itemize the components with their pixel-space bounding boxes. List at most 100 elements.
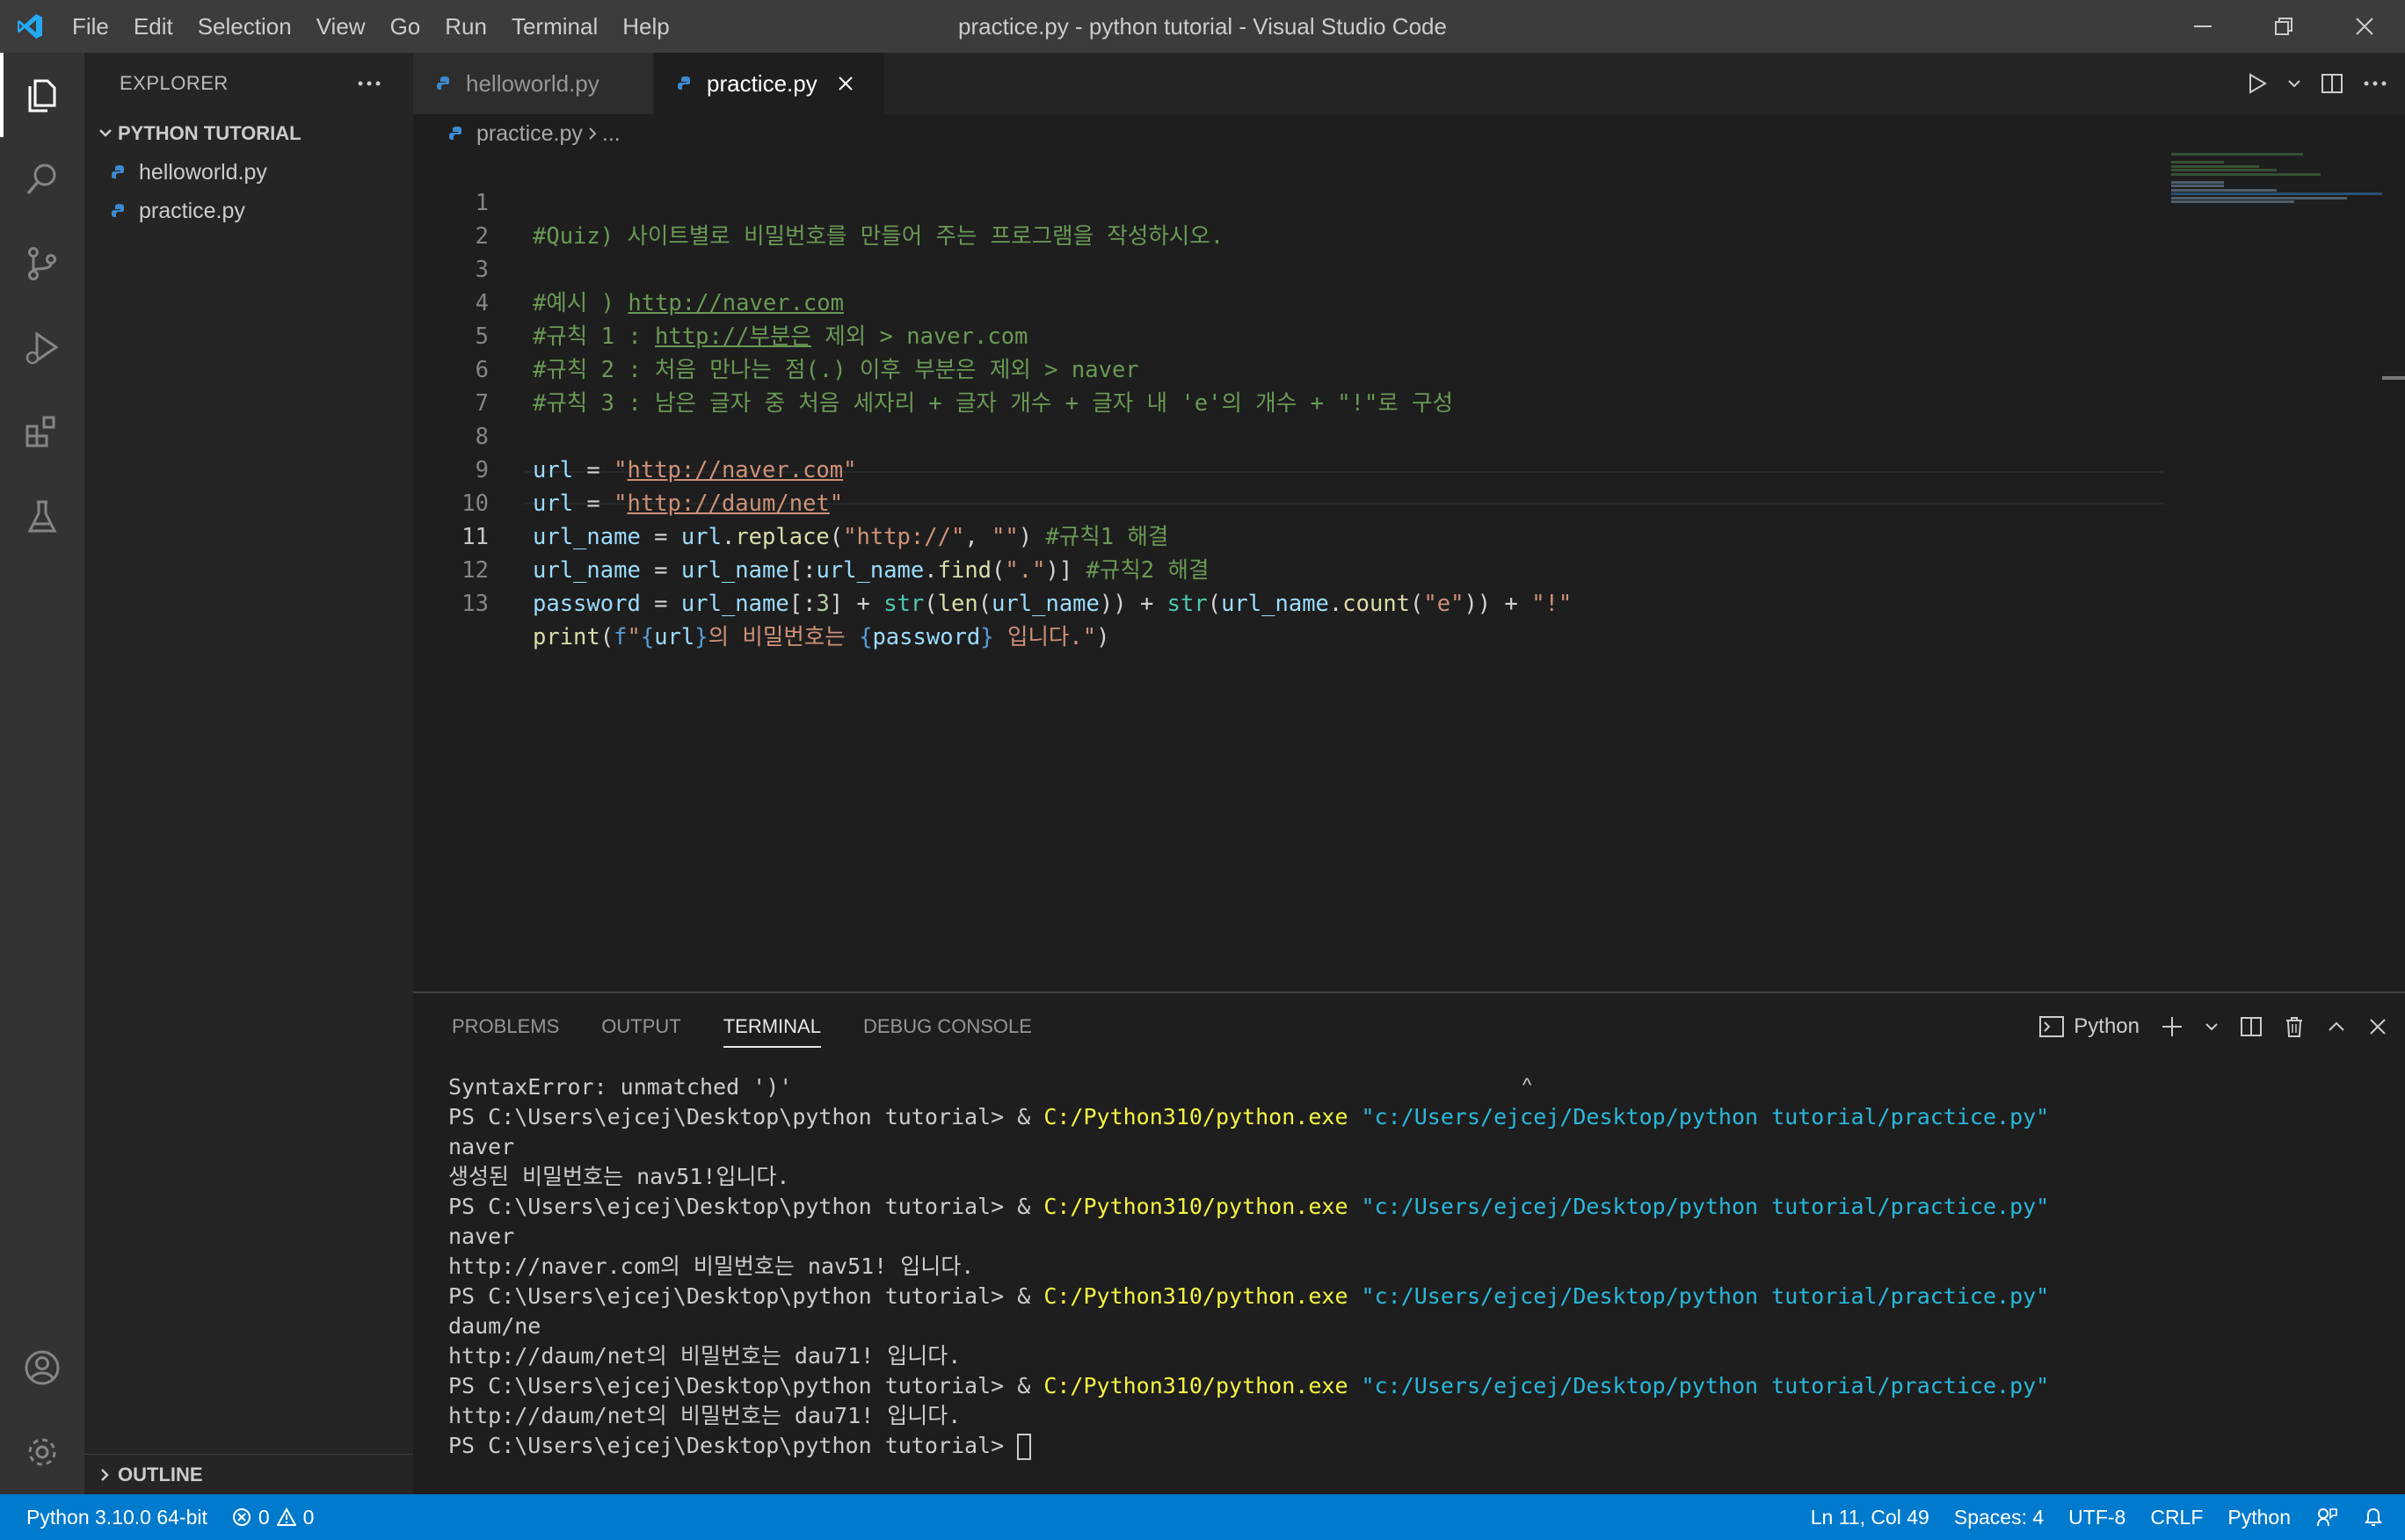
- gear-icon: [28, 1438, 56, 1466]
- outline-section[interactable]: OUTLINE: [84, 1454, 413, 1494]
- string-token: ": [627, 624, 641, 650]
- accounts-button[interactable]: [0, 1326, 84, 1410]
- workspace-folder[interactable]: PYTHON TUTORIAL: [84, 114, 413, 153]
- eol-status[interactable]: CRLF: [2138, 1494, 2215, 1540]
- tab-output[interactable]: OUTPUT: [601, 993, 680, 1060]
- chevron-down-icon[interactable]: [2287, 76, 2301, 91]
- source-control-activity-button[interactable]: [0, 222, 84, 306]
- terminal-prompt: PS C:\Users\ejcej\Desktop\python tutoria…: [448, 1104, 1044, 1130]
- menu-edit[interactable]: Edit: [121, 0, 185, 53]
- tab-terminal[interactable]: TERMINAL: [723, 993, 822, 1060]
- testing-activity-button[interactable]: [0, 475, 84, 559]
- run-debug-icon: [25, 331, 59, 365]
- builtin-token: str: [1166, 591, 1208, 617]
- close-window-button[interactable]: [2324, 0, 2405, 53]
- string-token: 입니다.": [993, 624, 1097, 650]
- title-bar: File Edit Selection View Go Run Terminal…: [0, 0, 2405, 53]
- terminal-line: PS C:\Users\ejcej\Desktop\python tutoria…: [448, 1282, 2382, 1311]
- terminal-line: PS C:\Users\ejcej\Desktop\python tutoria…: [448, 1371, 2382, 1401]
- split-terminal-icon[interactable]: [2240, 1015, 2263, 1038]
- tab-debug-console[interactable]: DEBUG CONSOLE: [863, 993, 1032, 1060]
- chevron-right-icon: [101, 1468, 109, 1481]
- restore-button[interactable]: [2243, 0, 2324, 53]
- language-mode-status[interactable]: Python: [2215, 1494, 2303, 1540]
- punct-token: [:: [788, 591, 817, 617]
- code-line: 3 #예시 ) http://naver.com: [413, 220, 2171, 316]
- interpreter-label: Python 3.10.0 64-bit: [26, 1505, 207, 1529]
- string-token: 의 비밀번호는: [708, 624, 860, 650]
- string-token: "e": [1423, 591, 1464, 617]
- breadcrumb-file[interactable]: practice.py: [476, 121, 583, 147]
- breadcrumb-symbol[interactable]: ...: [602, 121, 621, 147]
- chevron-up-icon[interactable]: [2326, 1018, 2347, 1035]
- function-token: count: [1342, 591, 1411, 617]
- close-icon[interactable]: [2368, 1017, 2387, 1036]
- status-bar: Python 3.10.0 64-bit 0 0 Ln 11, Col 49 S…: [0, 1494, 2405, 1540]
- menu-selection[interactable]: Selection: [185, 0, 304, 53]
- activity-bar: [0, 53, 84, 1494]
- extensions-activity-button[interactable]: [0, 390, 84, 475]
- terminal-icon: [2039, 1016, 2065, 1037]
- restore-icon: [2275, 18, 2292, 35]
- run-debug-activity-button[interactable]: [0, 306, 84, 390]
- code-line: 10 url_name = url.replace("http://", "")…: [413, 454, 2171, 550]
- problems-status[interactable]: 0 0: [220, 1494, 327, 1540]
- menu-file[interactable]: File: [60, 0, 121, 53]
- terminal-script: "c:/Users/ejcej/Desktop/python tutorial/…: [1348, 1373, 2050, 1398]
- explorer-activity-button[interactable]: [0, 53, 84, 137]
- minimize-button[interactable]: [2162, 0, 2243, 53]
- more-actions-icon[interactable]: [2363, 80, 2387, 87]
- terminal-line: daum/ne: [448, 1313, 541, 1339]
- tab-problems[interactable]: PROBLEMS: [452, 993, 559, 1060]
- menu-go[interactable]: Go: [378, 0, 433, 53]
- search-activity-button[interactable]: [0, 137, 84, 222]
- terminal-exe: C:/Python310/python.exe: [1043, 1194, 1348, 1219]
- punct-token: .: [1328, 591, 1343, 617]
- code-editor[interactable]: 1 #Quiz) 사이트별로 비밀번호를 만들어 주는 프로그램을 작성하시오.…: [413, 153, 2405, 992]
- trash-icon[interactable]: [2284, 1015, 2305, 1038]
- punct-token: )) +: [1099, 591, 1167, 617]
- string-token: "!": [1531, 591, 1573, 617]
- punct-token: {: [859, 624, 873, 650]
- tab-practice[interactable]: practice.py: [654, 53, 884, 114]
- terminal-line: 생성된 비밀번호는 nav51!입니다.: [448, 1164, 790, 1189]
- close-icon[interactable]: [837, 75, 854, 92]
- code-line: 8 url = "http://naver.com": [413, 387, 2171, 483]
- tab-label: practice.py: [707, 69, 817, 97]
- plus-icon[interactable]: [2161, 1015, 2183, 1038]
- files-icon: [28, 79, 56, 113]
- encoding-status[interactable]: UTF-8: [2056, 1494, 2138, 1540]
- window-controls: [2162, 0, 2405, 53]
- python-file-icon: [112, 204, 124, 217]
- vscode-logo-icon: [0, 0, 60, 53]
- feedback-button[interactable]: [2303, 1494, 2351, 1540]
- notifications-button[interactable]: [2351, 1494, 2396, 1540]
- python-file-icon: [437, 76, 449, 90]
- terminal-line: naver: [448, 1224, 515, 1249]
- chevron-down-icon[interactable]: [2205, 1020, 2219, 1034]
- menu-run[interactable]: Run: [432, 0, 499, 53]
- menu-terminal[interactable]: Terminal: [499, 0, 610, 53]
- line-number: 13: [461, 591, 489, 617]
- more-actions-icon[interactable]: [357, 80, 381, 87]
- menu-help[interactable]: Help: [610, 0, 681, 53]
- cursor-position-status[interactable]: Ln 11, Col 49: [1798, 1494, 1942, 1540]
- folder-label: PYTHON TUTORIAL: [118, 122, 302, 144]
- terminal-selector[interactable]: Python: [2038, 1014, 2140, 1039]
- python-file-icon: [112, 165, 124, 178]
- file-item-helloworld[interactable]: helloworld.py: [84, 153, 413, 192]
- variable-token: url: [654, 624, 695, 650]
- python-interpreter-status[interactable]: Python 3.10.0 64-bit: [0, 1494, 220, 1540]
- tab-helloworld[interactable]: helloworld.py: [413, 53, 652, 114]
- terminal-script: "c:/Users/ejcej/Desktop/python tutorial/…: [1348, 1283, 2050, 1309]
- menu-view[interactable]: View: [304, 0, 378, 53]
- python-file-icon: [678, 76, 690, 90]
- terminal-output[interactable]: SyntaxError: unmatched ')' PS C:\Users\e…: [448, 1072, 2382, 1494]
- minimap[interactable]: [2171, 153, 2382, 206]
- manage-button[interactable]: [0, 1410, 84, 1494]
- chevron-right-icon: [589, 127, 597, 140]
- run-python-file-icon[interactable]: [2247, 72, 2268, 95]
- indentation-status[interactable]: Spaces: 4: [1942, 1494, 2056, 1540]
- split-editor-icon[interactable]: [2321, 72, 2343, 95]
- file-item-practice[interactable]: practice.py: [84, 192, 413, 230]
